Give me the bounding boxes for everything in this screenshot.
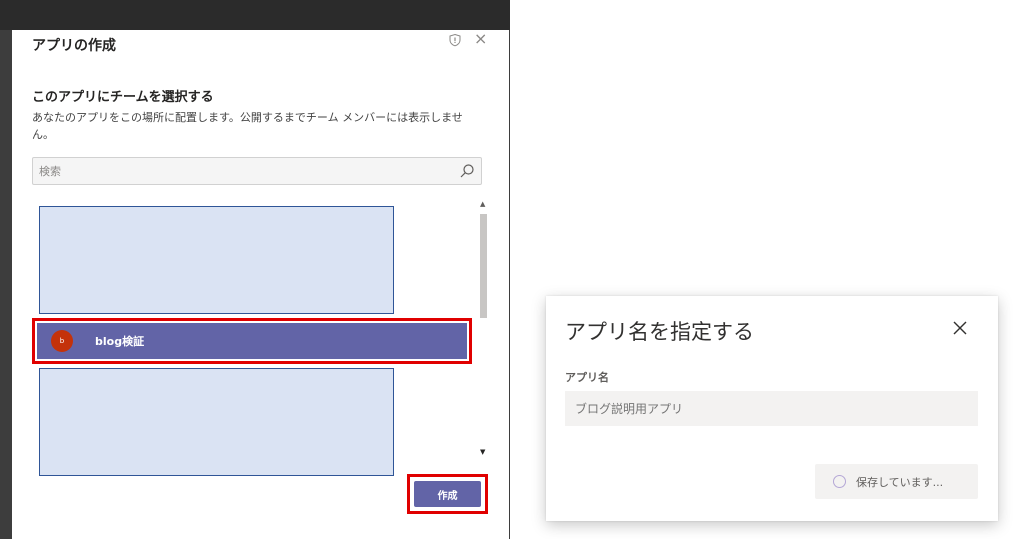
team-list-placeholder-top	[39, 206, 394, 314]
shield-icon[interactable]	[448, 33, 462, 47]
section-title: このアプリにチームを選択する	[32, 90, 214, 105]
create-button[interactable]: 作成	[414, 481, 481, 507]
app-name-input[interactable]	[565, 391, 978, 426]
dialog-title: アプリの作成	[32, 38, 116, 54]
search-icon[interactable]	[459, 163, 475, 179]
close-icon[interactable]: ×	[474, 30, 487, 48]
save-button[interactable]: 保存しています...	[815, 464, 978, 499]
name-app-dialog: アプリ名を指定する アプリ名 保存しています...	[546, 296, 998, 521]
create-app-dialog: アプリの作成 × このアプリにチームを選択する あなたのアプリをこの場所に配置し…	[12, 30, 509, 539]
app-name-label: アプリ名	[565, 371, 609, 384]
scrollbar-thumb[interactable]	[480, 214, 487, 318]
team-name: blog検証	[95, 335, 145, 348]
close-icon[interactable]	[950, 318, 970, 338]
team-item-highlight: b blog検証	[32, 318, 472, 364]
team-avatar: b	[51, 330, 73, 352]
section-description: あなたのアプリをこの場所に配置します。公開するまでチーム メンバーには表示しませ…	[32, 111, 463, 141]
team-list: b blog検証 ▲ ▼	[32, 200, 487, 485]
team-item-blog[interactable]: b blog検証	[37, 323, 467, 359]
scroll-down-icon[interactable]: ▼	[480, 448, 485, 456]
scrollbar[interactable]: ▲ ▼	[478, 200, 490, 458]
app-topbar	[0, 0, 510, 30]
scroll-up-icon[interactable]: ▲	[480, 200, 485, 208]
search-box[interactable]	[32, 157, 482, 185]
create-button-highlight: 作成	[407, 474, 488, 514]
save-button-label: 保存しています...	[856, 475, 944, 489]
search-input[interactable]	[39, 158, 439, 184]
spinner-icon	[833, 475, 846, 488]
team-list-placeholder-bottom	[39, 368, 394, 476]
dialog-title: アプリ名を指定する	[565, 320, 754, 344]
